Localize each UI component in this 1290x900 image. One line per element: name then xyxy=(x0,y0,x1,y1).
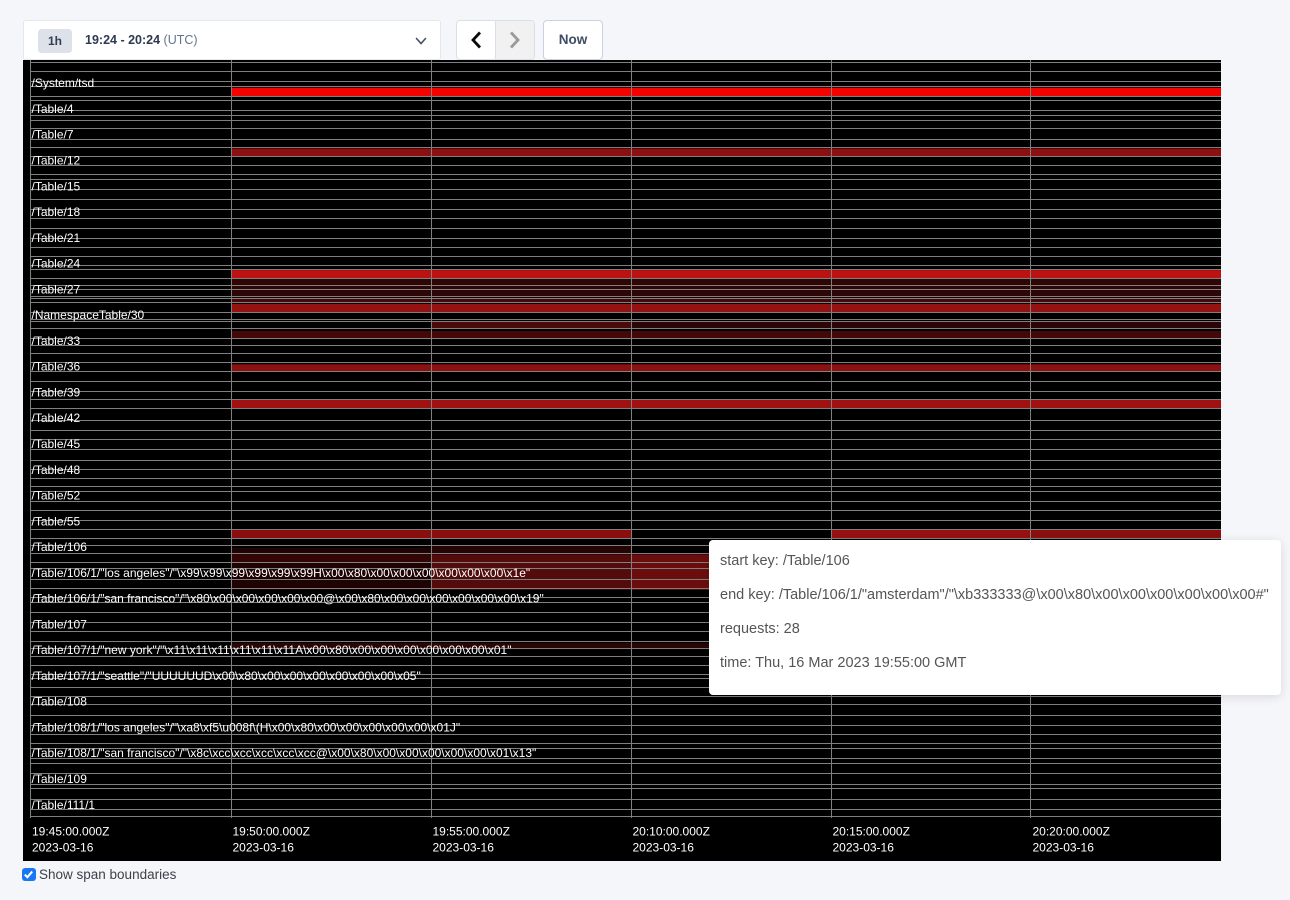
svg-text:/Table/108/1/"los angeles"/"\x: /Table/108/1/"los angeles"/"\xa8\xf5\u00… xyxy=(32,721,461,735)
svg-text:/Table/24: /Table/24 xyxy=(32,257,81,271)
svg-text:/Table/108: /Table/108 xyxy=(32,695,88,709)
svg-text:/NamespaceTable/30: /NamespaceTable/30 xyxy=(32,308,145,322)
svg-text:/Table/45: /Table/45 xyxy=(32,437,81,451)
svg-text:/Table/27: /Table/27 xyxy=(32,282,81,296)
svg-text:/Table/106/1/"los angeles"/"\x: /Table/106/1/"los angeles"/"\x99\x99\x99… xyxy=(32,566,531,580)
svg-text:/Table/52: /Table/52 xyxy=(32,489,81,503)
svg-text:/Table/107/1/"new york"/"\x11\: /Table/107/1/"new york"/"\x11\x11\x11\x1… xyxy=(32,643,512,657)
svg-text:/Table/107: /Table/107 xyxy=(32,617,88,631)
svg-text:/Table/48: /Table/48 xyxy=(32,463,81,477)
svg-text:/Table/107/1/"seattle"/"UUUUUU: /Table/107/1/"seattle"/"UUUUUUD\x00\x80\… xyxy=(32,669,421,683)
svg-text:/Table/7: /Table/7 xyxy=(32,128,74,142)
svg-text:/Table/109: /Table/109 xyxy=(32,772,88,786)
svg-text:/Table/33: /Table/33 xyxy=(32,334,81,348)
svg-text:/Table/108/1/"san francisco"/": /Table/108/1/"san francisco"/"\x8c\xcc\x… xyxy=(32,746,537,760)
svg-text:/Table/111/1: /Table/111/1 xyxy=(32,798,96,812)
svg-text:/Table/36: /Table/36 xyxy=(32,360,81,374)
svg-text:/Table/106: /Table/106 xyxy=(32,540,88,554)
svg-text:/Table/12: /Table/12 xyxy=(32,154,81,168)
svg-text:2023-03-16: 2023-03-16 xyxy=(1033,841,1095,855)
svg-text:20:15:00.000Z: 20:15:00.000Z xyxy=(833,825,910,839)
svg-text:/Table/15: /Table/15 xyxy=(32,179,81,193)
svg-text:/Table/4: /Table/4 xyxy=(32,102,74,116)
svg-text:/Table/55: /Table/55 xyxy=(32,514,81,528)
svg-text:19:45:00.000Z: 19:45:00.000Z xyxy=(32,825,109,839)
svg-text:2023-03-16: 2023-03-16 xyxy=(833,841,895,855)
svg-text:19:55:00.000Z: 19:55:00.000Z xyxy=(433,825,510,839)
svg-text:20:20:00.000Z: 20:20:00.000Z xyxy=(1033,825,1110,839)
svg-text:/Table/18: /Table/18 xyxy=(32,205,81,219)
svg-text:19:50:00.000Z: 19:50:00.000Z xyxy=(233,825,310,839)
svg-text:/Table/21: /Table/21 xyxy=(32,231,81,245)
svg-text:/Table/42: /Table/42 xyxy=(32,411,81,425)
svg-text:/Table/106/1/"san francisco"/": /Table/106/1/"san francisco"/"\x80\x00\x… xyxy=(32,592,544,606)
svg-text:2023-03-16: 2023-03-16 xyxy=(633,841,695,855)
svg-text:/System/tsd: /System/tsd xyxy=(32,76,95,90)
svg-text:20:10:00.000Z: 20:10:00.000Z xyxy=(633,825,710,839)
svg-text:2023-03-16: 2023-03-16 xyxy=(32,841,94,855)
svg-text:2023-03-16: 2023-03-16 xyxy=(233,841,295,855)
svg-text:2023-03-16: 2023-03-16 xyxy=(433,841,495,855)
svg-text:/Table/39: /Table/39 xyxy=(32,385,81,399)
